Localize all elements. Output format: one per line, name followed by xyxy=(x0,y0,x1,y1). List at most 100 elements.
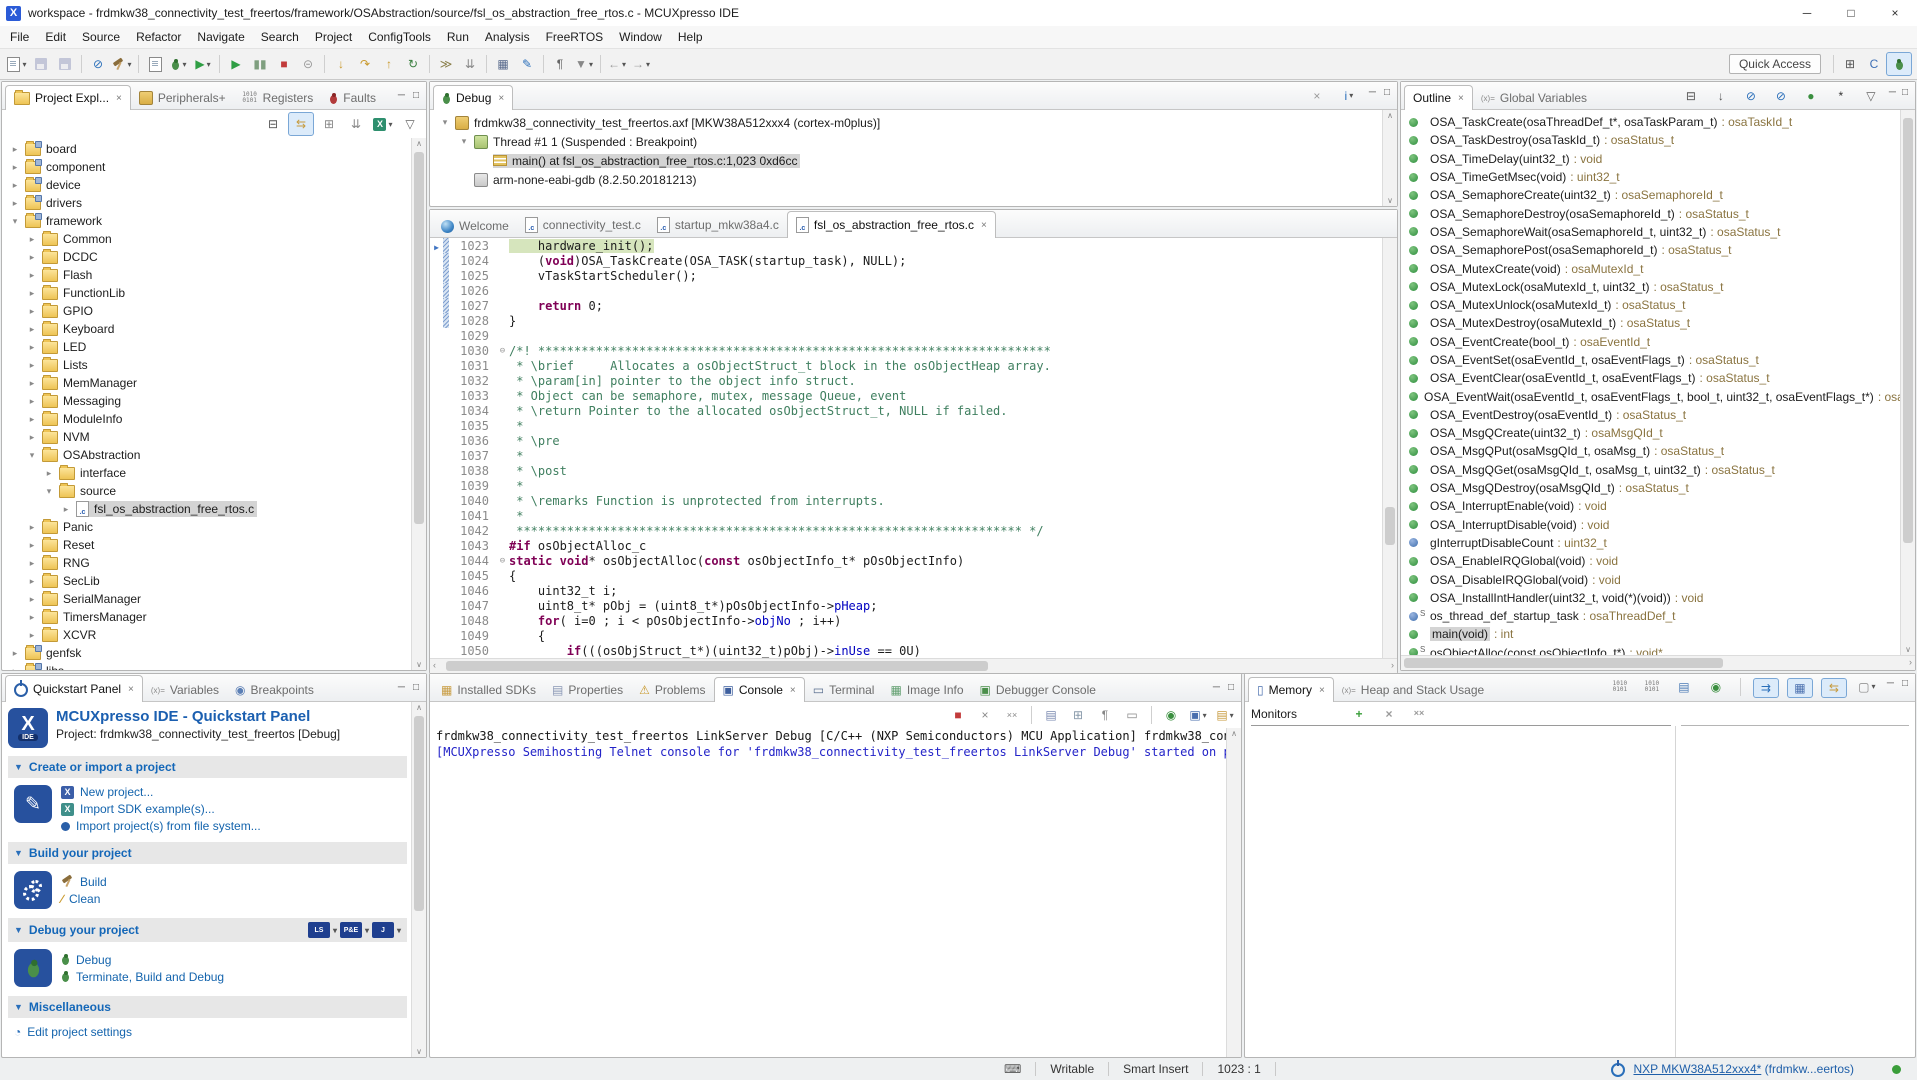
outline-sort-button[interactable]: ↓ xyxy=(1709,87,1733,105)
chevron-right-icon[interactable]: ▸ xyxy=(61,504,71,515)
outline-item[interactable]: Sos_thread_def_startup_task : osaThreadD… xyxy=(1401,607,1900,625)
switch-memory-layout-button[interactable]: ⇆ xyxy=(1821,678,1847,698)
tree-item-framework[interactable]: ▾framework xyxy=(2,212,411,230)
target-device-link[interactable]: NXP MKW38A512xxx4* (frdmkw...eertos) xyxy=(1633,1062,1854,1076)
scroll-lock-button[interactable]: ⊞ xyxy=(1066,704,1090,726)
tab-connectivity-test-c[interactable]: .cconnectivity_test.c xyxy=(517,212,649,237)
tree-item-common[interactable]: ▸Common xyxy=(2,230,411,248)
tab-fsl-os-abstraction-free-rtos-c[interactable]: .cfsl_os_abstraction_free_rtos.c× xyxy=(787,211,996,238)
menu-run[interactable]: Run xyxy=(439,27,477,47)
debug-perspective-button[interactable] xyxy=(1886,52,1912,76)
chevron-right-icon[interactable]: ▸ xyxy=(10,162,20,173)
code-editor[interactable]: ▶1023 hardware_init();1024 (void)OSA_Tas… xyxy=(430,238,1382,658)
new-memory-tab-button[interactable]: ▤ xyxy=(1672,678,1696,696)
chevron-right-icon[interactable]: ▸ xyxy=(27,342,37,353)
menu-navigate[interactable]: Navigate xyxy=(189,27,252,47)
tab-heap-and-stack-usage[interactable]: (x)=Heap and Stack Usage xyxy=(1334,678,1492,701)
chevron-right-icon[interactable]: ▸ xyxy=(27,576,37,587)
new-wizard-button[interactable]: ▾ xyxy=(5,53,29,75)
outline-item[interactable]: OSA_DisableIRQGlobal(void) : void xyxy=(1401,570,1900,588)
section-header-create-or-import-a-project[interactable]: ▼Create or import a project xyxy=(8,756,407,778)
menu-file[interactable]: File xyxy=(2,27,37,47)
outline-vscrollbar[interactable]: ∨ xyxy=(1900,110,1915,655)
tree-item-lists[interactable]: ▸Lists xyxy=(2,356,411,374)
tab-debugger-console[interactable]: ▣Debugger Console xyxy=(972,678,1104,701)
fold-marker[interactable]: ⊖ xyxy=(496,556,509,566)
terminate-console-button[interactable]: ■ xyxy=(946,704,970,726)
outline-item[interactable]: OSA_TimeDelay(uint32_t) : void xyxy=(1401,150,1900,168)
project-tree-scrollbar[interactable]: ∧ ∨ xyxy=(411,138,426,670)
tree-item-seclib[interactable]: ▸SecLib xyxy=(2,572,411,590)
link-new-project[interactable]: XNew project... xyxy=(61,785,261,799)
tree-item-osabstraction[interactable]: ▾OSAbstraction xyxy=(2,446,411,464)
outline-item[interactable]: OSA_MsgQPut(osaMsgQId_t, osaMsg_t) : osa… xyxy=(1401,442,1900,460)
tab-project-expl[interactable]: Project Expl...× xyxy=(5,85,131,110)
display-selected-console-button[interactable]: ▣▾ xyxy=(1186,704,1210,726)
tree-item-component[interactable]: ▸component xyxy=(2,158,411,176)
console-scrollbar[interactable]: ∧ xyxy=(1226,728,1241,1057)
focus-on-active-task-button[interactable]: ⊞ xyxy=(317,113,341,135)
tree-item-device[interactable]: ▸device xyxy=(2,176,411,194)
chevron-right-icon[interactable]: ▸ xyxy=(27,432,37,443)
tree-item-genfsk[interactable]: ▸genfsk xyxy=(2,644,411,662)
close-icon[interactable]: × xyxy=(981,220,987,231)
outline-item[interactable]: OSA_EventCreate(bool_t) : osaEventId_t xyxy=(1401,333,1900,351)
tab-console[interactable]: ▣Console× xyxy=(714,677,805,702)
tab-quickstart-panel[interactable]: Quickstart Panel× xyxy=(5,675,143,702)
probe-p-e-button[interactable]: P&E xyxy=(340,922,362,938)
editor-vscrollbar[interactable] xyxy=(1382,238,1397,658)
back-button[interactable]: ←▾ xyxy=(605,53,629,75)
minimize-view-button[interactable]: ─ xyxy=(1887,678,1894,698)
chevron-down-icon[interactable]: ▾ xyxy=(440,117,450,128)
hide-fields-button[interactable]: ⊘ xyxy=(1739,87,1763,105)
outline-item[interactable]: OSA_SemaphoreDestroy(osaSemaphoreId_t) :… xyxy=(1401,204,1900,222)
tab-registers[interactable]: 10100101Registers xyxy=(234,86,322,109)
tree-item-gpio[interactable]: ▸GPIO xyxy=(2,302,411,320)
maximize-view-button[interactable]: □ xyxy=(413,682,419,693)
tree-item-serialmanager[interactable]: ▸SerialManager xyxy=(2,590,411,608)
tab-startup-mkw38a4-c[interactable]: .cstartup_mkw38a4.c xyxy=(649,212,787,237)
maximize-view-button[interactable]: □ xyxy=(1228,682,1234,693)
chevron-right-icon[interactable]: ▸ xyxy=(27,522,37,533)
remove-memory-monitor-button[interactable]: × xyxy=(1377,706,1401,722)
instruction-stepping-button[interactable]: ≫ xyxy=(434,53,458,75)
link-debug[interactable]: Debug xyxy=(61,953,224,967)
chevron-right-icon[interactable]: ▸ xyxy=(10,144,20,155)
chevron-right-icon[interactable]: ▸ xyxy=(27,414,37,425)
link-memory-renderings-button[interactable]: ⇉ xyxy=(1753,678,1779,698)
chevron-right-icon[interactable]: ▸ xyxy=(27,324,37,335)
probe-j-button[interactable]: J xyxy=(372,922,394,938)
link-import-project-s-from-file-system[interactable]: Import project(s) from file system... xyxy=(61,819,261,833)
collapse-all-button[interactable]: ⊟ xyxy=(261,113,285,135)
minimize-view-button[interactable]: ─ xyxy=(1369,87,1376,105)
outline-item[interactable]: OSA_TaskCreate(osaThreadDef_t*, osaTaskP… xyxy=(1401,113,1900,131)
chevron-right-icon[interactable]: ▸ xyxy=(27,306,37,317)
chevron-right-icon[interactable]: ▸ xyxy=(27,378,37,389)
save-all-button[interactable] xyxy=(53,53,77,75)
menu-refactor[interactable]: Refactor xyxy=(128,27,189,47)
outline-item[interactable]: OSA_EventWait(osaEventId_t, osaEventFlag… xyxy=(1401,387,1900,405)
outline-filters-button[interactable]: * xyxy=(1829,87,1853,105)
tab-problems[interactable]: ⚠Problems xyxy=(631,678,713,701)
tab-image-info[interactable]: ▦Image Info xyxy=(882,678,971,701)
chevron-right-icon[interactable]: ▸ xyxy=(10,198,20,209)
debug-node[interactable]: ▾Thread #1 1 (Suspended : Breakpoint) xyxy=(430,132,1382,151)
tree-item-fsl-os-abstraction-free-rtos-c[interactable]: ▸.cfsl_os_abstraction_free_rtos.c xyxy=(2,500,411,518)
outline-item[interactable]: OSA_EventSet(osaEventId_t, osaEventFlags… xyxy=(1401,351,1900,369)
chevron-right-icon[interactable]: ▸ xyxy=(10,180,20,191)
outline-item[interactable]: OSA_SemaphorePost(osaSemaphoreId_t) : os… xyxy=(1401,241,1900,259)
minimize-view-button[interactable]: ─ xyxy=(398,682,405,693)
tab-welcome[interactable]: Welcome xyxy=(433,214,517,237)
tab-terminal[interactable]: ▭Terminal xyxy=(805,678,883,701)
outline-collapse-all-button[interactable]: ⊟ xyxy=(1679,87,1703,105)
tree-item-reset[interactable]: ▸Reset xyxy=(2,536,411,554)
debug-node[interactable]: main() at fsl_os_abstraction_free_rtos.c… xyxy=(430,151,1382,170)
line-ruler[interactable]: ▶ xyxy=(430,239,443,253)
step-over-button[interactable]: ↷ xyxy=(353,53,377,75)
debug-node[interactable]: ▾frdmkw38_connectivity_test_freertos.axf… xyxy=(430,113,1382,132)
menu-project[interactable]: Project xyxy=(307,27,360,47)
hide-non-public-button[interactable]: ● xyxy=(1799,87,1823,105)
cpp-perspective-button[interactable]: C xyxy=(1862,53,1886,75)
maximize-button[interactable]: □ xyxy=(1829,0,1873,26)
chevron-down-icon[interactable]: ▾ xyxy=(27,450,37,461)
